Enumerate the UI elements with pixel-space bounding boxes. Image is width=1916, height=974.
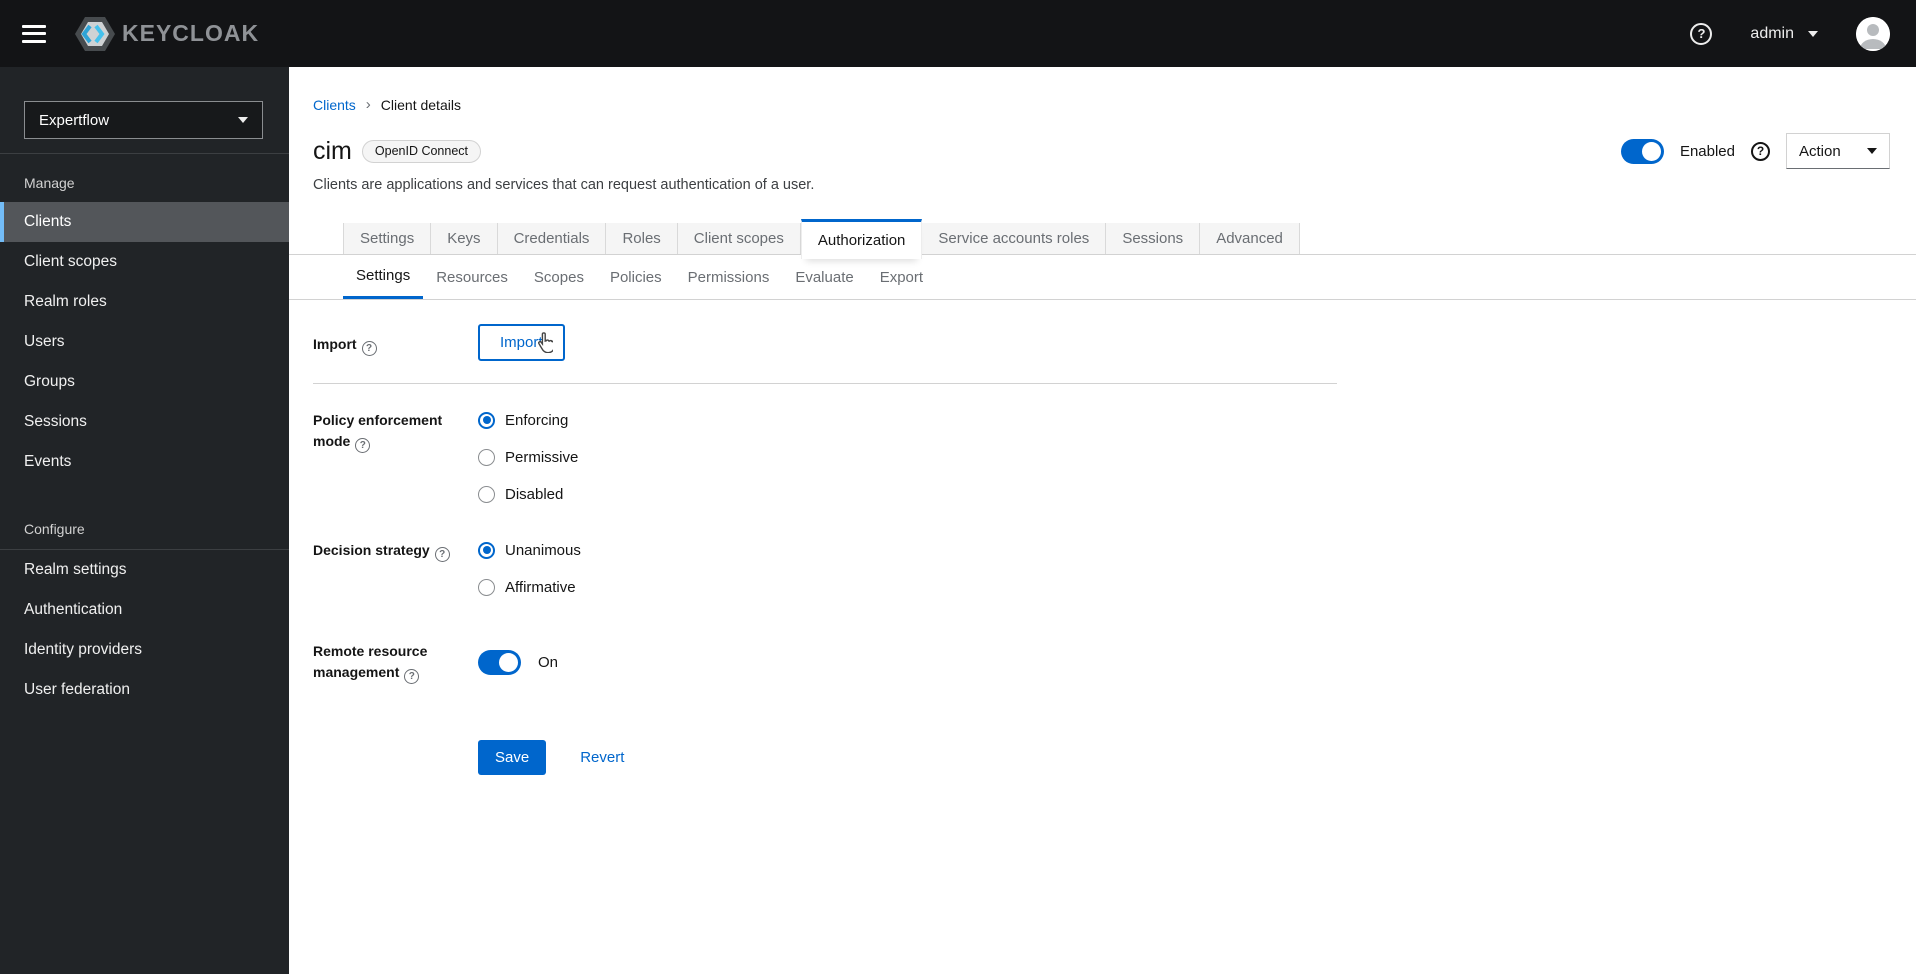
sidebar-item-users[interactable]: Users bbox=[0, 322, 289, 362]
tab-settings[interactable]: Settings bbox=[343, 223, 432, 254]
enabled-label: Enabled bbox=[1679, 142, 1735, 160]
radio-icon bbox=[478, 485, 495, 503]
radio-icon bbox=[478, 578, 495, 596]
brand-text: KEYCLOAK bbox=[122, 20, 260, 46]
keycloak-admin-console: KEYCLOAK ? admin Expertflow Manage Clien… bbox=[0, 0, 1916, 974]
breadcrumb: Clients › Client details bbox=[289, 67, 1916, 113]
policy-enforcement-mode-radio-group: Enforcing Permissive Disabled bbox=[478, 410, 578, 504]
radio-permissive[interactable]: Permissive bbox=[478, 447, 578, 467]
page-subtitle: Clients are applications and services th… bbox=[313, 177, 815, 193]
tab-sessions[interactable]: Sessions bbox=[1106, 223, 1201, 254]
tab-authorization[interactable]: Authorization bbox=[800, 219, 923, 259]
tab-advanced[interactable]: Advanced bbox=[1200, 223, 1300, 254]
nav-section-configure: Configure bbox=[24, 521, 85, 537]
chevron-down-icon bbox=[238, 117, 248, 123]
nav-section-manage: Manage bbox=[24, 175, 75, 191]
sidebar-item-authentication[interactable]: Authentication bbox=[0, 590, 289, 630]
breadcrumb-clients-link[interactable]: Clients bbox=[313, 97, 356, 113]
decision-strategy-label: Decision strategy? bbox=[313, 540, 478, 597]
import-button[interactable]: Import bbox=[478, 324, 565, 361]
username-label: admin bbox=[1750, 24, 1794, 42]
tab-service-accounts-roles[interactable]: Service accounts roles bbox=[922, 223, 1107, 254]
radio-icon bbox=[478, 448, 495, 466]
help-icon[interactable]: ? bbox=[355, 438, 371, 453]
radio-affirmative[interactable]: Affirmative bbox=[478, 577, 581, 597]
sidebar-item-clients[interactable]: Clients bbox=[0, 202, 289, 242]
person-icon bbox=[1856, 16, 1890, 51]
authorization-settings-form: Import? Import Policy enforcement mode ?… bbox=[289, 300, 1337, 775]
help-icon[interactable]: ? bbox=[404, 669, 420, 684]
hamburger-menu-icon[interactable] bbox=[22, 24, 46, 43]
subtab-resources[interactable]: Resources bbox=[423, 255, 521, 299]
main-content: Clients › Client details cim OpenID Conn… bbox=[289, 67, 1916, 974]
realm-selector-value: Expertflow bbox=[39, 111, 110, 129]
sidebar-item-client-scopes[interactable]: Client scopes bbox=[0, 242, 289, 282]
sidebar-item-user-federation[interactable]: User federation bbox=[0, 670, 289, 710]
subtab-scopes[interactable]: Scopes bbox=[521, 255, 597, 299]
breadcrumb-separator: › bbox=[365, 96, 371, 113]
radio-icon bbox=[478, 411, 495, 429]
remote-resource-management-toggle[interactable] bbox=[478, 650, 521, 675]
mouse-pointer-icon bbox=[536, 332, 555, 357]
sidebar-item-sessions[interactable]: Sessions bbox=[0, 402, 289, 442]
avatar[interactable] bbox=[1856, 16, 1890, 51]
save-button[interactable]: Save bbox=[478, 740, 547, 775]
import-label: Import? bbox=[313, 324, 478, 361]
tab-roles[interactable]: Roles bbox=[606, 223, 678, 254]
tab-client-scopes[interactable]: Client scopes bbox=[677, 223, 801, 254]
tab-credentials[interactable]: Credentials bbox=[497, 223, 607, 254]
sidebar-item-realm-roles[interactable]: Realm roles bbox=[0, 282, 289, 322]
radio-enforcing[interactable]: Enforcing bbox=[478, 410, 578, 430]
remote-resource-management-label: Remote resource management? bbox=[313, 643, 428, 684]
subtab-evaluate[interactable]: Evaluate bbox=[782, 255, 866, 299]
decision-strategy-radio-group: Unanimous Affirmative bbox=[478, 540, 581, 597]
authorization-subtabs: Settings Resources Scopes Policies Permi… bbox=[289, 255, 1916, 300]
sidebar: Expertflow Manage Clients Client scopes … bbox=[0, 67, 289, 974]
form-divider bbox=[313, 383, 1337, 384]
sidebar-item-identity-providers[interactable]: Identity providers bbox=[0, 630, 289, 670]
action-dropdown[interactable]: Action bbox=[1786, 133, 1890, 169]
help-icon[interactable]: ? bbox=[1751, 141, 1770, 161]
subtab-settings[interactable]: Settings bbox=[343, 255, 424, 299]
help-icon[interactable]: ? bbox=[1690, 22, 1713, 45]
protocol-badge: OpenID Connect bbox=[361, 139, 481, 163]
radio-disabled[interactable]: Disabled bbox=[478, 484, 578, 504]
chevron-down-icon bbox=[1808, 30, 1818, 37]
sidebar-item-groups[interactable]: Groups bbox=[0, 362, 289, 402]
tab-keys[interactable]: Keys bbox=[431, 223, 498, 254]
user-menu[interactable]: admin bbox=[1750, 25, 1818, 43]
chevron-down-icon bbox=[1867, 148, 1877, 154]
radio-icon bbox=[478, 541, 495, 559]
sidebar-item-realm-settings[interactable]: Realm settings bbox=[0, 550, 289, 590]
help-icon[interactable]: ? bbox=[361, 341, 377, 356]
subtab-permissions[interactable]: Permissions bbox=[675, 255, 783, 299]
help-icon[interactable]: ? bbox=[434, 547, 450, 562]
subtab-policies[interactable]: Policies bbox=[597, 255, 675, 299]
masthead: KEYCLOAK ? admin bbox=[0, 0, 1916, 67]
page-title: cim bbox=[313, 137, 352, 165]
toggle-state-label: On bbox=[538, 654, 559, 671]
sidebar-item-events[interactable]: Events bbox=[0, 442, 289, 482]
revert-button[interactable]: Revert bbox=[580, 749, 624, 766]
keycloak-logo: KEYCLOAK bbox=[74, 16, 259, 52]
keycloak-hexagon-icon bbox=[75, 16, 115, 51]
radio-unanimous[interactable]: Unanimous bbox=[478, 540, 581, 560]
breadcrumb-current: Client details bbox=[380, 96, 461, 113]
realm-selector[interactable]: Expertflow bbox=[24, 101, 263, 139]
action-dropdown-label: Action bbox=[1799, 142, 1841, 160]
enabled-toggle[interactable] bbox=[1620, 138, 1664, 164]
client-tabs: Settings Keys Credentials Roles Client s… bbox=[289, 219, 1916, 259]
subtab-export[interactable]: Export bbox=[867, 255, 936, 299]
policy-enforcement-mode-label: Policy enforcement mode? bbox=[313, 412, 443, 453]
